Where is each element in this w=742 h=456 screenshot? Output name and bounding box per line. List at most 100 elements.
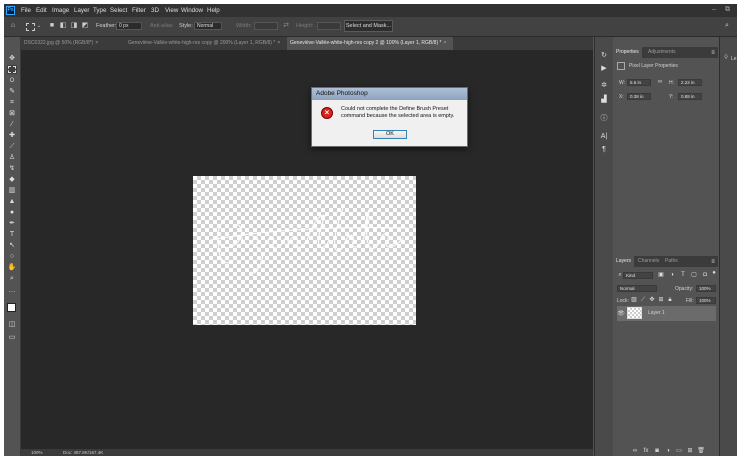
doc-tab-2[interactable]: Geneviève-Vallée-white-high-res copy @ 2…	[125, 37, 287, 50]
x-input[interactable]: 0.38 in	[627, 93, 651, 100]
new-group-icon[interactable]: ▭	[675, 447, 683, 455]
lasso-tool-icon[interactable]: ଠ	[7, 76, 17, 85]
feather-input[interactable]: 0 px	[116, 22, 142, 30]
opacity-input[interactable]: 100%	[696, 285, 716, 292]
filter-pixel-icon[interactable]: ▣	[657, 271, 665, 279]
height-input[interactable]: 2.22 in	[678, 79, 702, 86]
menu-select[interactable]: Select	[110, 7, 127, 14]
subtract-from-selection-icon[interactable]: ◨	[70, 22, 78, 30]
adjustment-layer-icon[interactable]: ◑	[664, 447, 672, 455]
menu-image[interactable]: Image	[52, 7, 69, 14]
path-selection-tool-icon[interactable]: ↖	[7, 241, 17, 250]
lock-all-icon[interactable]: 🔒︎	[666, 296, 674, 304]
zoom-tool-icon[interactable]: ⌕	[7, 274, 17, 283]
pen-tool-icon[interactable]: ✒	[7, 219, 17, 228]
frame-tool-icon[interactable]: ⊠	[7, 109, 17, 118]
layer-style-icon[interactable]: fx	[642, 447, 650, 455]
ok-button[interactable]: OK	[373, 130, 407, 139]
filter-adjustment-icon[interactable]: ◑	[668, 271, 676, 279]
dodge-tool-icon[interactable]: ●	[7, 208, 17, 217]
lock-artboard-icon[interactable]: ⊞	[657, 296, 665, 304]
lock-transparent-icon[interactable]: ▨	[630, 296, 638, 304]
link-dimensions-icon[interactable]: ∞	[656, 78, 664, 86]
select-and-mask-button[interactable]: Select and Mask...	[344, 20, 393, 32]
character-panel-icon[interactable]: A|	[599, 132, 609, 141]
layer-row[interactable]: 👁︎ Layer 1	[617, 306, 716, 321]
width-input[interactable]: 5.6 in	[627, 79, 651, 86]
rectangular-marquee-tool-icon[interactable]	[7, 65, 17, 74]
brush-settings-icon[interactable]: ✲	[599, 81, 609, 90]
menu-view[interactable]: View	[165, 7, 178, 14]
ellipse-tool-icon[interactable]: ○	[7, 252, 17, 261]
quick-mask-icon[interactable]: ◫	[7, 320, 17, 329]
intersect-selection-icon[interactable]: ◩	[81, 22, 89, 30]
layer-filter-select[interactable]: Kind	[623, 272, 653, 279]
anti-alias-checkbox[interactable]: Anti-alias	[150, 23, 173, 29]
quick-selection-tool-icon[interactable]: ✎	[7, 87, 17, 96]
info-icon[interactable]: ⓘ	[599, 114, 609, 123]
tab-paths[interactable]: Paths	[662, 256, 681, 267]
home-icon[interactable]: ⌂	[9, 22, 17, 30]
tab-properties[interactable]: Properties	[613, 47, 642, 58]
tab-layers[interactable]: Layers	[613, 256, 635, 267]
fill-input[interactable]: 100%	[696, 297, 716, 304]
link-layers-icon[interactable]: ∞	[631, 447, 639, 455]
healing-brush-tool-icon[interactable]: ✚	[7, 131, 17, 140]
foreground-color-swatch[interactable]	[7, 303, 16, 312]
menu-edit[interactable]: Edit	[36, 7, 47, 14]
add-mask-icon[interactable]: ◙	[653, 447, 661, 455]
learn-label[interactable]: Le	[731, 56, 737, 62]
search-icon[interactable]: ⌕	[723, 22, 731, 30]
menu-help[interactable]: Help	[207, 7, 220, 14]
paragraph-panel-icon[interactable]: ¶	[599, 145, 609, 154]
eraser-tool-icon[interactable]: ◆	[7, 175, 17, 184]
restore-icon[interactable]: ⧉	[725, 6, 730, 14]
canvas-area[interactable]	[21, 50, 593, 449]
history-brush-tool-icon[interactable]: ↯	[7, 164, 17, 173]
marquee-tool-preset-icon[interactable]	[26, 23, 35, 31]
gradient-tool-icon[interactable]: ▥	[7, 186, 17, 195]
hand-tool-icon[interactable]: ✋	[7, 263, 17, 272]
actions-play-icon[interactable]: ▶	[599, 64, 609, 73]
screen-mode-icon[interactable]: ▭	[7, 333, 17, 342]
type-tool-icon[interactable]: T	[7, 230, 17, 239]
layer-name[interactable]: Layer 1	[648, 310, 665, 316]
document-canvas[interactable]	[193, 176, 416, 325]
menu-file[interactable]: File	[21, 7, 31, 14]
panel-menu-icon[interactable]: ≡	[709, 258, 717, 266]
tab-adjustments[interactable]: Adjustments	[645, 47, 679, 58]
filter-toggle-icon[interactable]: ●	[710, 269, 718, 277]
close-icon[interactable]: ×	[443, 40, 446, 46]
close-icon[interactable]: ×	[277, 40, 280, 46]
filter-type-icon[interactable]: T	[679, 271, 687, 279]
menu-filter[interactable]: Filter	[132, 7, 146, 14]
blur-tool-icon[interactable]: ▲	[7, 197, 17, 206]
height-input[interactable]	[317, 22, 341, 30]
eyedropper-tool-icon[interactable]: ⁄	[7, 120, 17, 129]
style-select[interactable]: Normal	[194, 22, 222, 30]
close-icon[interactable]: ×	[95, 40, 98, 46]
minimize-icon[interactable]: –	[712, 6, 716, 13]
zoom-level[interactable]: 100%	[31, 449, 43, 456]
add-to-selection-icon[interactable]: ◧	[59, 22, 67, 30]
filter-shape-icon[interactable]: ▢	[690, 271, 698, 279]
menu-type[interactable]: Type	[93, 7, 106, 14]
menu-window[interactable]: Window	[181, 7, 203, 14]
eye-icon[interactable]: 👁︎	[617, 310, 625, 318]
lock-position-icon[interactable]: ✥	[648, 296, 656, 304]
y-input[interactable]: 0.88 in	[678, 93, 702, 100]
swap-dimensions-icon[interactable]: ⇄	[282, 22, 290, 30]
menu-3d[interactable]: 3D	[151, 7, 159, 14]
filter-smart-object-icon[interactable]: ◘	[701, 271, 709, 279]
brush-tool-icon[interactable]: ⟋	[7, 142, 17, 151]
new-layer-icon[interactable]: ⊞	[686, 447, 694, 455]
delete-layer-icon[interactable]: 🗑︎	[697, 447, 705, 455]
blend-mode-select[interactable]: Normal	[617, 285, 657, 292]
move-tool-icon[interactable]: ✥	[7, 54, 17, 63]
width-input[interactable]	[254, 22, 278, 30]
chevron-down-icon[interactable]: ⌄	[35, 22, 43, 30]
history-panel-icon[interactable]: ↻	[599, 51, 609, 60]
panel-menu-icon[interactable]: ≡	[709, 49, 717, 57]
new-selection-icon[interactable]: ■	[48, 22, 56, 30]
doc-tab-1[interactable]: DSC0322.jpg @ 50% (RGB/8*) ×	[21, 37, 125, 50]
